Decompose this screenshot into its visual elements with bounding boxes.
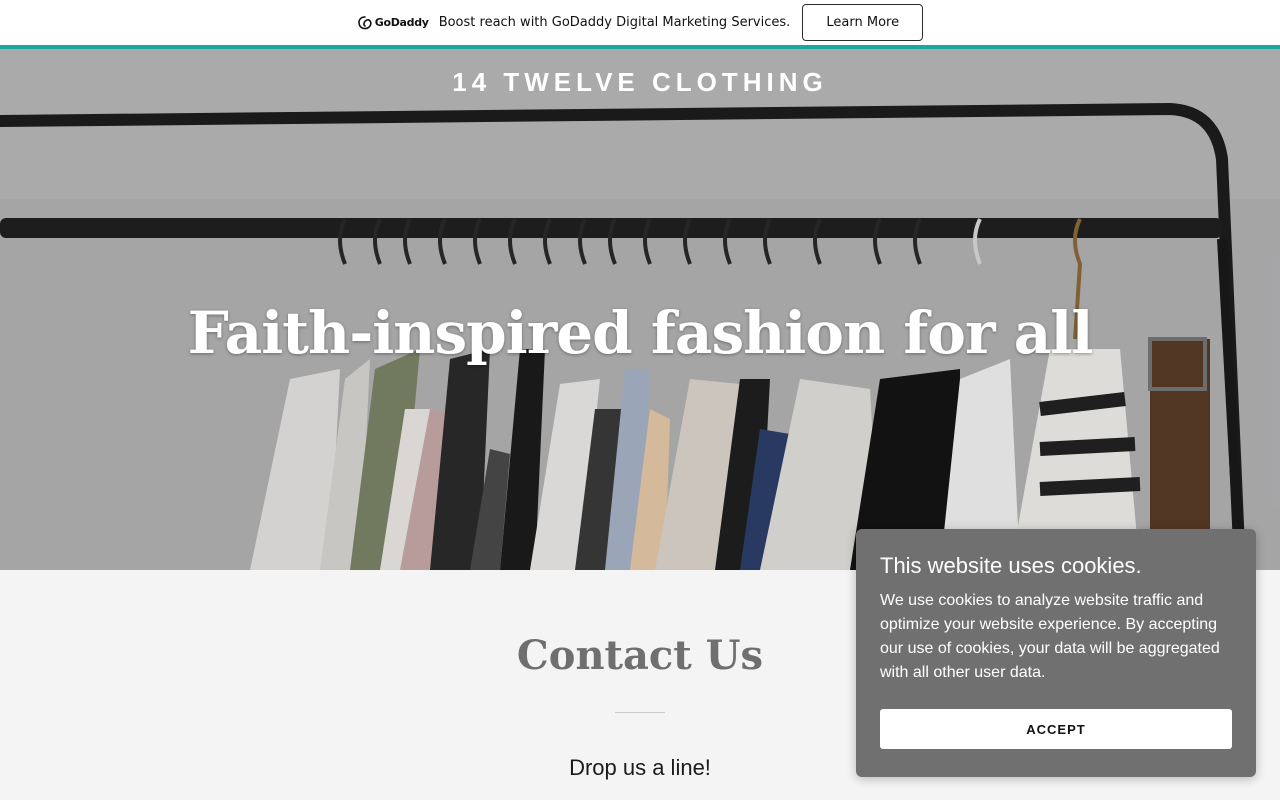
promo-message: Boost reach with GoDaddy Digital Marketi… (438, 15, 791, 30)
accept-cookies-button[interactable]: ACCEPT (880, 709, 1232, 749)
hero-heading: Faith-inspired fashion for all (187, 299, 1094, 367)
hero-section: 14 TWELVE CLOTHING Faith-inspired fashio… (0, 49, 1280, 570)
site-title[interactable]: 14 TWELVE CLOTHING (0, 67, 1280, 98)
promo-banner: GoDaddy Boost reach with GoDaddy Digital… (0, 0, 1280, 45)
cookie-consent-panel: This website uses cookies. We use cookie… (856, 529, 1256, 777)
section-divider (615, 712, 665, 713)
promo-content: GoDaddy Boost reach with GoDaddy Digital… (357, 4, 924, 41)
godaddy-logo-text: GoDaddy (374, 16, 429, 29)
cookie-description: We use cookies to analyze website traffi… (880, 592, 1220, 681)
learn-more-button[interactable]: Learn More (802, 4, 924, 41)
cookie-title: This website uses cookies. (880, 553, 1142, 578)
godaddy-logo-icon (357, 15, 372, 29)
godaddy-logo[interactable]: GoDaddy (357, 15, 429, 31)
